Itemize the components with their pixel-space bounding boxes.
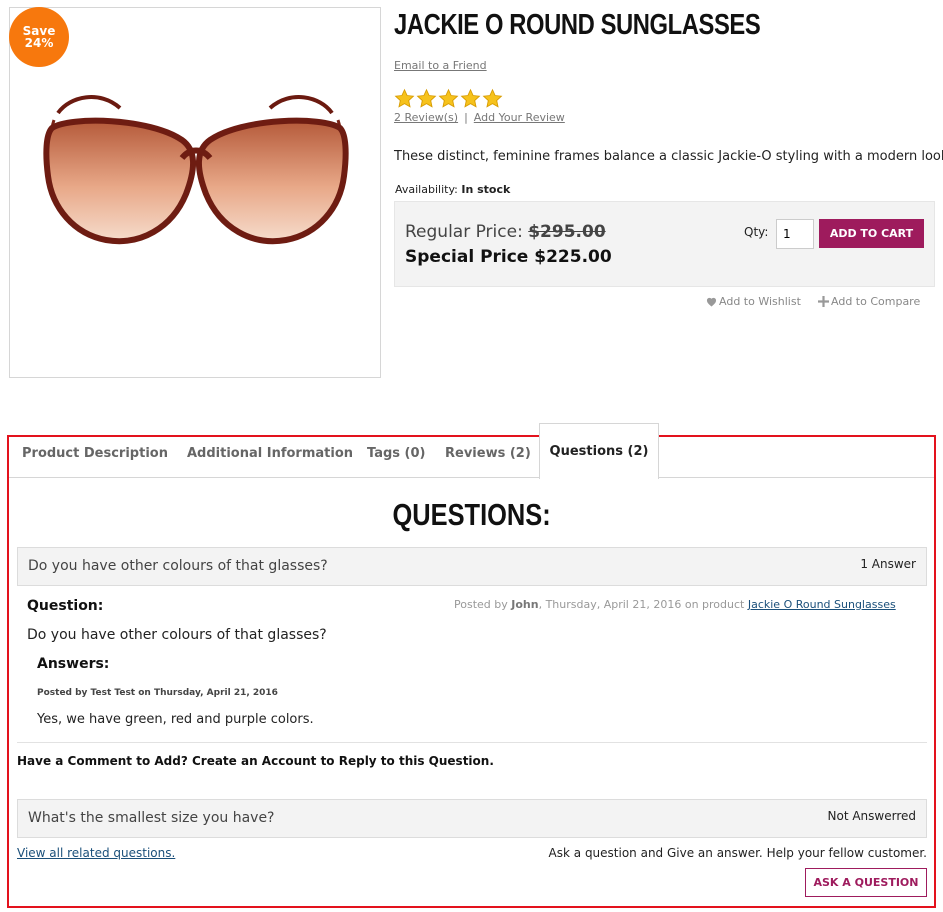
comment-prompt: Have a Comment to Add? Create an Account… [17,754,494,768]
sunglasses-image [43,95,349,245]
availability-label: Availability: [395,183,458,196]
help-text: Ask a question and Give an answer. Help … [548,846,927,860]
add-to-wishlist-link[interactable]: Add to Wishlist [706,295,801,308]
review-links: 2 Review(s) | Add Your Review [394,111,565,124]
star-icon [482,88,503,108]
save-badge: Save 24% [9,7,69,67]
rating-stars [394,88,503,110]
qty-input[interactable] [776,219,814,249]
regular-price-value: $295.00 [528,222,606,242]
answer-count: 1 Answer [860,557,916,571]
star-icon [438,88,459,108]
question-title[interactable]: What's the smallest size you have? [28,810,275,826]
star-icon [460,88,481,108]
star-icon [416,88,437,108]
compare-label: Add to Compare [831,295,921,308]
availability: Availability: In stock [395,183,510,196]
section-divider [17,742,927,743]
product-description: These distinct, feminine frames balance … [394,149,943,164]
save-badge-percent: 24% [24,36,54,50]
heart-icon [706,297,717,307]
tab-product-description[interactable]: Product Description [22,446,168,461]
answer-body: Yes, we have green, red and purple color… [37,712,314,727]
tab-bar-divider [9,477,934,478]
view-all-questions-link[interactable]: View all related questions. [17,846,175,860]
answer-posted-by: Posted by Test Test on Thursday, April 2… [37,688,278,698]
regular-price-label: Regular Price: [405,222,523,242]
review-separator: | [464,111,468,124]
posted-product-link[interactable]: Jackie O Round Sunglasses [748,598,896,611]
special-price: Special Price $225.00 [405,247,612,267]
posted-author: John [511,598,539,611]
tab-tags[interactable]: Tags (0) [367,446,425,461]
question-body: Do you have other colours of that glasse… [27,627,327,643]
questions-heading: QUESTIONS: [392,497,551,532]
product-title: JACKIE O ROUND SUNGLASSES [394,9,761,41]
wishlist-label: Add to Wishlist [719,295,801,308]
posted-date: , Thursday, April 21, 2016 on product [538,598,745,611]
answers-label: Answers: [37,656,110,672]
plus-icon [818,296,829,307]
availability-value: In stock [461,183,511,196]
question-label: Question: [27,598,104,614]
regular-price: Regular Price: $295.00 [405,222,606,242]
reviews-count-link[interactable]: 2 Review(s) [394,111,458,124]
special-price-label: Special Price [405,247,529,267]
tab-questions[interactable]: Questions (2) [539,423,659,479]
star-icon [394,88,415,108]
email-friend-link[interactable]: Email to a Friend [394,59,487,72]
tab-reviews[interactable]: Reviews (2) [445,446,531,461]
answer-status: Not Answerred [827,809,917,823]
question-title[interactable]: Do you have other colours of that glasse… [28,558,328,574]
add-to-compare-link[interactable]: Add to Compare [818,295,920,308]
ask-question-button[interactable]: ASK A QUESTION [805,868,927,897]
special-price-value: $225.00 [534,247,612,267]
posted-prefix: Posted by [454,598,508,611]
qty-label: Qty: [744,225,769,239]
add-review-link[interactable]: Add Your Review [474,111,565,124]
add-to-cart-button[interactable]: ADD TO CART [819,219,924,248]
tab-additional-information[interactable]: Additional Information [187,446,353,461]
question-posted-by: Posted by John, Thursday, April 21, 2016… [454,598,896,611]
product-image[interactable] [9,7,381,378]
